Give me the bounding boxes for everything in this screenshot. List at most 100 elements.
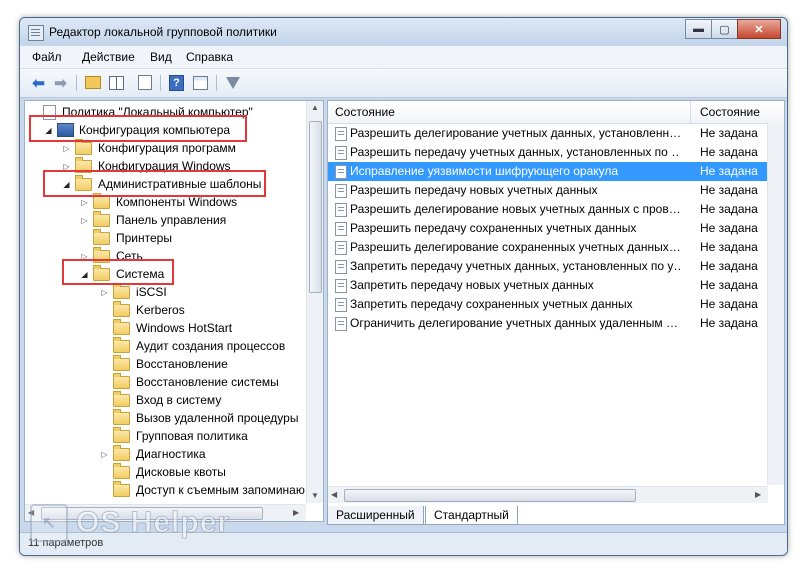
tree-item-label: Панель управления — [116, 213, 227, 227]
tree-item-label: Доступ к съемным запоминаю — [136, 483, 305, 497]
setting-row[interactable]: Ограничить делегирование учетных данных … — [328, 314, 784, 333]
tree-item[interactable]: Вход в систему — [99, 390, 221, 409]
scroll-down-icon[interactable]: ▼ — [311, 491, 319, 500]
menu-file[interactable]: Файл — [32, 50, 62, 64]
tree-vertical-scrollbar[interactable]: ▲ ▼ — [306, 101, 323, 503]
expand-arrow-icon[interactable]: ▷ — [61, 144, 72, 153]
minimize-icon: ▬ — [693, 23, 704, 35]
setting-state: Не задана — [700, 221, 758, 235]
watermark-text: OS Helper — [75, 506, 231, 540]
setting-row[interactable]: Разрешить передачу сохраненных учетных д… — [328, 219, 784, 238]
tree-item[interactable]: Аудит создания процессов — [99, 336, 285, 355]
tree-item-label: Диагностика — [136, 447, 206, 461]
scroll-left-icon[interactable]: ◀ — [331, 490, 337, 499]
tree-item[interactable]: ▷ iSCSI — [99, 282, 167, 301]
setting-icon — [335, 203, 347, 217]
tree-item[interactable]: Вызов удаленной процедуры — [99, 408, 298, 427]
folder-icon — [93, 192, 110, 209]
setting-name: Запретить передачу новых учетных данных — [350, 278, 594, 292]
setting-icon — [335, 146, 347, 160]
column-header-state[interactable]: Состояние — [700, 105, 760, 119]
forward-icon[interactable]: ➡ — [52, 74, 69, 92]
tree-item[interactable]: ▷ Панель управления — [79, 210, 227, 229]
menu-help[interactable]: Справка — [186, 50, 233, 64]
filter-button[interactable] — [224, 74, 241, 91]
menu-bar: Файл Действие Вид Справка — [20, 46, 787, 69]
tree-item[interactable]: ▷ Диагностика — [99, 444, 206, 463]
tree-item[interactable]: Групповая политика — [99, 426, 248, 445]
scroll-right-icon[interactable]: ▶ — [293, 508, 299, 517]
help-button[interactable]: ? — [168, 74, 185, 91]
column-divider[interactable] — [690, 101, 691, 123]
setting-state: Не задана — [700, 202, 758, 216]
tree-item[interactable]: Kerberos — [99, 300, 185, 319]
setting-name: Разрешить делегирование учетных данных, … — [350, 126, 680, 140]
scroll-right-icon[interactable]: ▶ — [755, 490, 761, 499]
setting-icon — [335, 279, 347, 293]
setting-row[interactable]: Разрешить делегирование учетных данных, … — [328, 124, 784, 143]
tree-pane[interactable]: Политика "Локальный компьютер" ◢ Конфигура… — [24, 100, 324, 522]
tree-item[interactable]: Доступ к съемным запоминаю — [99, 480, 305, 499]
menu-view[interactable]: Вид — [150, 50, 172, 64]
setting-name: Ограничить делегирование учетных данных … — [350, 316, 678, 330]
up-folder-button[interactable] — [84, 74, 101, 91]
show-tree-icon — [109, 75, 124, 90]
settings-list-pane[interactable]: Состояние Состояние Разрешить делегирова… — [327, 100, 785, 525]
tree-scroll-thumb[interactable] — [309, 121, 322, 293]
tree-item[interactable]: Windows HotStart — [99, 318, 233, 337]
setting-name: Разрешить передачу учетных данных, устан… — [350, 145, 680, 159]
column-header-name[interactable]: Состояние — [335, 105, 395, 119]
setting-state: Не задана — [700, 164, 758, 178]
close-button[interactable]: ✕ — [737, 19, 781, 39]
setting-icon — [335, 241, 347, 255]
setting-row[interactable]: Разрешить делегирование сохраненных учет… — [328, 238, 784, 257]
folder-icon — [113, 390, 130, 407]
setting-row[interactable]: Исправление уязвимости шифрующего оракул… — [328, 162, 784, 181]
tab-standard[interactable]: Стандартный — [425, 506, 518, 525]
tree-item[interactable]: Восстановление — [99, 354, 228, 373]
setting-row[interactable]: Разрешить передачу новых учетных данных Н… — [328, 181, 784, 200]
setting-row[interactable]: Запретить передачу учетных данных, устан… — [328, 257, 784, 276]
expand-arrow-icon[interactable]: ▷ — [99, 450, 110, 459]
expand-arrow-icon[interactable]: ▷ — [79, 216, 90, 225]
expand-arrow-icon[interactable]: ▷ — [99, 288, 110, 297]
setting-row[interactable]: Запретить передачу новых учетных данных Н… — [328, 276, 784, 295]
setting-icon — [335, 127, 347, 141]
tree-item[interactable]: Восстановление системы — [99, 372, 279, 391]
folder-icon — [113, 426, 130, 443]
list-vertical-scrollbar[interactable] — [767, 123, 784, 485]
tree-item[interactable]: Дисковые квоты — [99, 462, 226, 481]
export-list-button[interactable] — [136, 74, 153, 91]
menu-action[interactable]: Действие — [82, 50, 135, 64]
list-horizontal-scrollbar[interactable]: ◀ ▶ — [328, 486, 768, 503]
properties-button[interactable] — [192, 74, 209, 91]
tree-item-label: Компоненты Windows — [116, 195, 238, 209]
tree-item[interactable]: Принтеры — [79, 228, 172, 247]
folder-icon — [113, 444, 130, 461]
scroll-up-icon[interactable]: ▲ — [311, 103, 319, 112]
title-bar[interactable]: Редактор локальной групповой политики ▬ … — [20, 18, 787, 46]
list-hscroll-thumb[interactable] — [344, 489, 636, 502]
show-tree-button[interactable] — [108, 74, 125, 91]
tree-item-label: Kerberos — [136, 303, 185, 317]
gpedit-app-icon — [28, 25, 44, 41]
tab-extended[interactable]: Расширенный — [327, 506, 424, 525]
setting-row[interactable]: Разрешить делегирование новых учетных да… — [328, 200, 784, 219]
folder-icon — [93, 228, 110, 245]
tree-item-label: Восстановление системы — [136, 375, 279, 389]
maximize-button[interactable]: ▢ — [711, 19, 738, 39]
setting-state: Не задана — [700, 126, 758, 140]
expand-arrow-icon[interactable]: ▷ — [79, 198, 90, 207]
folder-icon — [113, 336, 130, 353]
setting-row[interactable]: Разрешить передачу учетных данных, устан… — [328, 143, 784, 162]
tree-item-label: Windows HotStart — [136, 321, 233, 335]
setting-name: Запретить передачу сохраненных учетных д… — [350, 297, 633, 311]
setting-row[interactable]: Запретить передачу сохраненных учетных д… — [328, 295, 784, 314]
tree-item-label: Групповая политика — [136, 429, 248, 443]
tree-item-label: Дисковые квоты — [136, 465, 226, 479]
back-icon[interactable]: ⬅ — [30, 74, 47, 92]
setting-state: Не задана — [700, 278, 758, 292]
minimize-button[interactable]: ▬ — [685, 19, 712, 39]
gpedit-window: Редактор локальной групповой политики ▬ … — [19, 17, 788, 556]
setting-icon — [335, 260, 347, 274]
